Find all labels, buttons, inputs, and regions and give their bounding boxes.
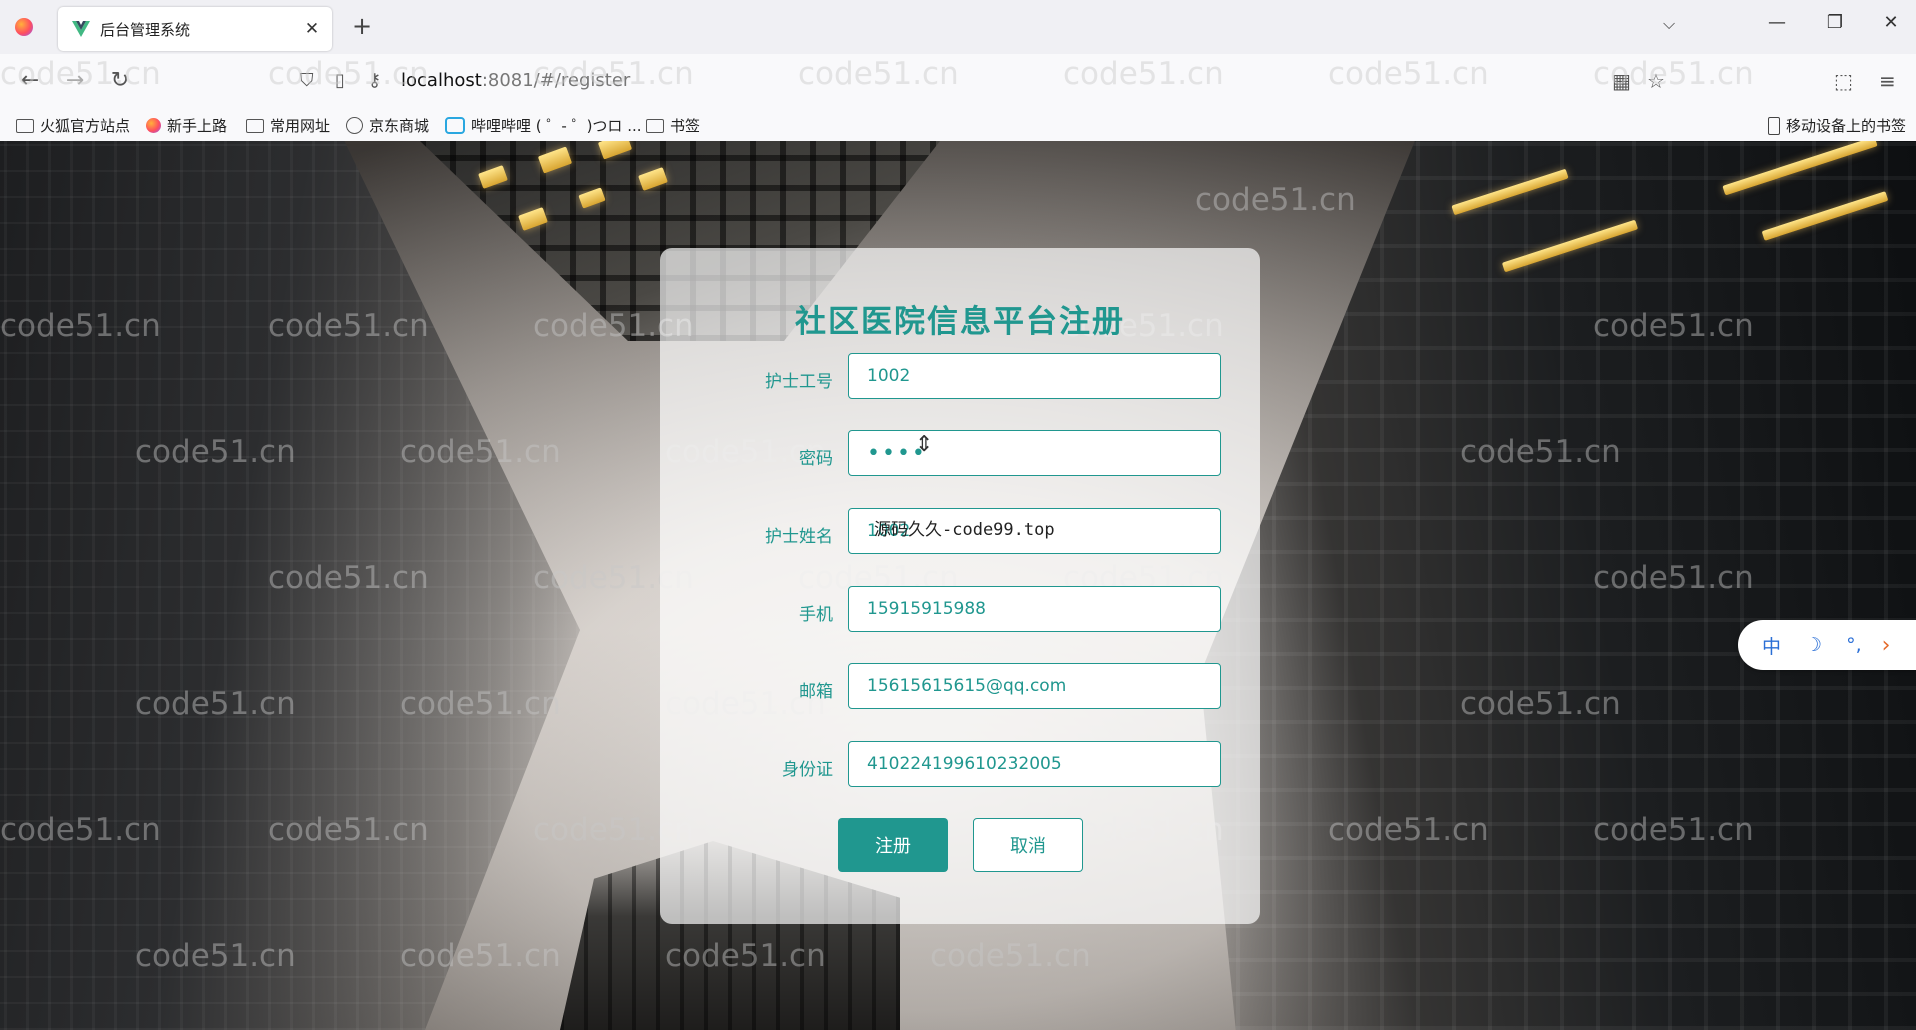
background-building-right	[1200, 141, 1916, 1030]
overlay-watermark-text: 源码久久-code99.top	[874, 520, 1055, 540]
page-title: 社区医院信息平台注册	[795, 304, 1125, 340]
form-row-nurse-id: 护士工号	[660, 353, 1260, 403]
bookmark-label: 新手上路	[167, 117, 228, 135]
phone-input[interactable]	[848, 586, 1221, 632]
page-info-icon[interactable]: ▯	[335, 70, 345, 91]
background-building-left	[0, 141, 580, 1030]
bookmark-label: 京东商城	[369, 117, 430, 135]
window-restore-button[interactable]: ❐	[1820, 12, 1850, 33]
vue-favicon-icon	[72, 20, 90, 38]
moon-icon[interactable]: ☽	[1805, 634, 1822, 656]
window-close-button[interactable]: ✕	[1876, 12, 1906, 33]
mobile-device-icon	[1768, 116, 1780, 135]
mobile-bookmarks-label: 移动设备上的书签	[1786, 117, 1907, 135]
ime-chinese-mode-icon[interactable]: 中	[1762, 632, 1781, 659]
form-row-id-card: 身份证	[660, 741, 1260, 791]
menu-icon[interactable]: ≡	[1879, 69, 1896, 93]
key-icon[interactable]: ⚷	[368, 70, 381, 91]
password-label: 密码	[799, 449, 833, 469]
register-button[interactable]: 注册	[838, 818, 948, 872]
email-label: 邮箱	[799, 682, 833, 702]
tab-close-icon[interactable]: ✕	[298, 19, 326, 39]
id-card-label: 身份证	[782, 760, 833, 780]
bookmark-star-icon[interactable]: ☆	[1647, 69, 1665, 93]
bookmark-item[interactable]: 京东商城	[346, 115, 429, 136]
address-bar[interactable]: localhost:8081/#/register	[401, 70, 630, 91]
forward-arrow-icon[interactable]: →	[61, 68, 89, 93]
tab-title: 后台管理系统	[100, 20, 191, 39]
bookmark-item[interactable]: 新手上路	[146, 115, 227, 136]
form-row-phone: 手机	[660, 586, 1260, 636]
firefox-logo-icon[interactable]	[15, 18, 33, 36]
bookmark-item[interactable]: 书签	[646, 115, 700, 136]
bookmark-label: 书签	[670, 117, 701, 135]
password-input[interactable]	[848, 430, 1221, 476]
browser-tab-bar: 后台管理系统 ✕ + ⌵ — ❐ ✕	[0, 0, 1916, 54]
globe-icon	[346, 117, 363, 134]
email-input[interactable]	[848, 663, 1221, 709]
bookmark-label: 常用网址	[270, 117, 331, 135]
bookmark-label: 哔哩哔哩 ( ゜- ゜)つロ ...	[471, 117, 642, 135]
url-path: :8081/#/register	[481, 70, 631, 91]
extensions-icon[interactable]: ⬚	[1834, 69, 1853, 93]
reload-icon[interactable]: ↻	[106, 68, 134, 93]
register-card: 社区医院信息平台注册 护士工号 密码 护士姓名 手机 邮箱 身份证 注册 取消	[660, 248, 1260, 924]
chevron-right-icon[interactable]: ›	[1882, 633, 1891, 658]
browser-tab[interactable]: 后台管理系统 ✕	[58, 7, 332, 51]
text-cursor-icon: ⇕	[915, 432, 934, 457]
bookmark-item[interactable]: 常用网址	[246, 115, 330, 136]
id-card-input[interactable]	[848, 741, 1221, 787]
form-row-email: 邮箱	[660, 663, 1260, 713]
cancel-button[interactable]: 取消	[973, 818, 1083, 872]
folder-icon	[246, 118, 264, 133]
firefox-icon	[146, 118, 161, 133]
back-arrow-icon[interactable]: ←	[16, 68, 44, 93]
bilibili-icon	[445, 117, 465, 134]
mobile-bookmarks[interactable]: 移动设备上的书签	[1768, 115, 1906, 136]
nurse-name-label: 护士姓名	[765, 527, 833, 547]
window-minimize-button[interactable]: —	[1762, 12, 1792, 33]
bookmark-item[interactable]: 哔哩哔哩 ( ゜- ゜)つロ ...	[445, 115, 642, 136]
form-row-password: 密码	[660, 430, 1260, 480]
url-host: localhost	[401, 70, 482, 91]
qr-code-icon[interactable]: ▦	[1612, 69, 1631, 93]
tab-list-icon[interactable]: ⌵	[1663, 14, 1675, 34]
nurse-id-label: 护士工号	[765, 372, 833, 392]
bookmark-item[interactable]: 火狐官方站点	[16, 115, 130, 136]
phone-label: 手机	[799, 605, 833, 625]
shield-icon[interactable]: ⛉	[300, 70, 314, 91]
bookmark-label: 火狐官方站点	[40, 117, 131, 135]
nurse-id-input[interactable]	[848, 353, 1221, 399]
bookmarks-bar: 火狐官方站点 新手上路 常用网址 京东商城 哔哩哔哩 ( ゜- ゜)つロ ...…	[0, 107, 1916, 142]
browser-nav-bar: ← → ↻ ⛉ ▯ ⚷ localhost:8081/#/register ▦ …	[0, 54, 1916, 107]
ime-toolbar[interactable]: 中 ☽ °, ›	[1738, 620, 1916, 670]
folder-icon	[646, 118, 664, 133]
folder-icon	[16, 118, 34, 133]
new-tab-button[interactable]: +	[350, 12, 374, 40]
punctuation-icon[interactable]: °,	[1846, 634, 1862, 656]
